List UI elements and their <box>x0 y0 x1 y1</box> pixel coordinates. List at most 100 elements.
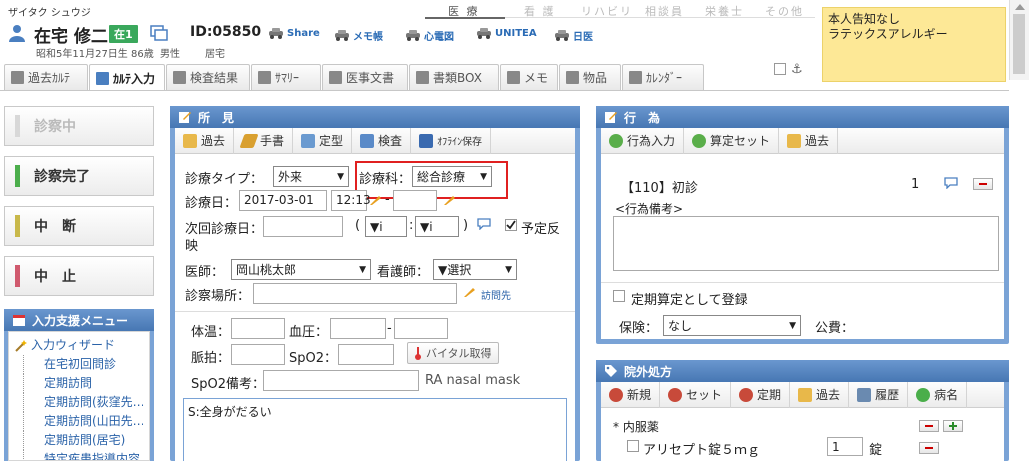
remove-action-button[interactable] <box>973 178 993 190</box>
edit-icon <box>179 112 191 123</box>
button-label: 診察中 <box>34 119 76 135</box>
periodic-prescription-button[interactable]: 定期 <box>731 381 791 408</box>
next-date-input[interactable] <box>263 216 343 237</box>
reflect-label-wrap: 映 <box>185 239 199 254</box>
menu-item[interactable]: 定期訪問(居宅) <box>23 431 143 450</box>
spo2-note-input[interactable] <box>263 370 419 391</box>
disease-name-button[interactable]: 病名 <box>908 381 968 408</box>
chart-icon <box>173 71 186 84</box>
ecg-link[interactable]: 心電図 <box>405 28 454 43</box>
remove-drug-button[interactable] <box>919 442 939 454</box>
temp-input[interactable] <box>231 318 285 339</box>
pencil-icon[interactable] <box>443 194 457 206</box>
button-label: 過去 <box>805 134 830 148</box>
pulse-input[interactable] <box>231 344 285 365</box>
offline-save-button[interactable]: ｵﾌﾗｲﾝ保存 <box>411 127 492 154</box>
menu-item[interactable]: 在宅初回問診 <box>23 355 143 374</box>
select-value: ▼i <box>370 219 383 234</box>
menu-item[interactable]: 定期訪問 <box>23 374 143 393</box>
remove-category-button[interactable] <box>919 420 939 432</box>
tab-chart-input[interactable]: ｶﾙﾃ入力 <box>89 64 165 91</box>
page-scrollbar[interactable] <box>1011 91 1029 461</box>
template-button[interactable]: 定型 <box>293 127 353 154</box>
pencil-icon[interactable] <box>369 194 383 206</box>
menu-item[interactable]: 定期訪問(荻窪先… <box>23 393 143 412</box>
time-input[interactable]: 12:13 <box>331 190 371 211</box>
time-colon: : <box>409 218 414 233</box>
actions-past-button[interactable]: 過去 <box>779 127 839 154</box>
status-bar <box>15 265 20 287</box>
reflect-checkbox[interactable] <box>505 219 517 234</box>
pencil-icon[interactable] <box>463 286 477 298</box>
drug-qty-input[interactable]: 1 <box>827 437 863 456</box>
tab-medical-docs[interactable]: 医事文書 <box>322 64 408 90</box>
end-time-input[interactable] <box>393 190 437 211</box>
calc-set-button[interactable]: 算定セット <box>684 127 780 154</box>
save-icon <box>419 133 434 148</box>
doctor-label: 医師： <box>185 265 225 280</box>
pill-icon <box>739 387 754 402</box>
wizard-item[interactable]: 入力ウィザード <box>15 336 143 355</box>
date-input[interactable]: 2017-03-01 <box>239 190 327 211</box>
memo-link[interactable]: メモ帳 <box>334 28 383 43</box>
drug-checkbox[interactable] <box>627 440 639 455</box>
interrupt-button[interactable]: 中 断 <box>4 206 154 246</box>
tab-supplies[interactable]: 物品 <box>559 64 621 90</box>
comment-icon[interactable] <box>944 177 958 189</box>
remark-textarea[interactable] <box>613 216 999 271</box>
share-link[interactable]: Share <box>268 28 320 39</box>
bp-low-input[interactable] <box>394 318 448 339</box>
divider <box>175 311 575 312</box>
set-prescription-button[interactable]: セット <box>660 381 732 408</box>
tab-test-results[interactable]: 検査結果 <box>166 64 250 90</box>
vital-fetch-button[interactable]: バイタル取得 <box>407 342 499 364</box>
select-value: ▼選択 <box>438 263 472 277</box>
history-button[interactable]: 履歴 <box>849 381 909 408</box>
nichii-link[interactable]: 日医 <box>554 28 593 43</box>
tab-past-chart[interactable]: 過去ｶﾙﾃ <box>4 64 88 90</box>
past-prescription-button[interactable]: 過去 <box>790 381 850 408</box>
tab-label: メモ <box>524 71 549 85</box>
bp-high-input[interactable] <box>330 318 386 339</box>
new-prescription-button[interactable]: 新規 <box>601 381 661 408</box>
button-label: 診察完了 <box>34 169 90 185</box>
insurance-select[interactable]: なし ▼ <box>663 315 801 336</box>
doctor-select[interactable]: 岡山桃太郎 ▼ <box>231 259 371 280</box>
cancel-button[interactable]: 中 止 <box>4 256 154 296</box>
periodic-checkbox[interactable] <box>613 290 625 305</box>
folder-icon <box>798 387 813 402</box>
menu-item[interactable]: 特定疾患指導内容 <box>23 450 143 460</box>
chevron-down-icon: ▼ <box>789 320 796 331</box>
visit-place-link[interactable]: 訪問先 <box>481 287 511 302</box>
tab-memo[interactable]: メモ <box>500 64 558 90</box>
tab-doc-box[interactable]: 書類BOX <box>409 64 499 90</box>
past-button[interactable]: 過去 <box>175 127 235 154</box>
bar-chart-icon <box>360 133 375 148</box>
soap-textarea[interactable]: S:全身がだるい <box>183 398 567 461</box>
comment-icon[interactable] <box>477 218 491 230</box>
tab-calendar[interactable]: ｶﾚﾝﾀﾞｰ <box>622 64 704 90</box>
unitea-link[interactable]: UNITEA <box>476 28 537 39</box>
consultation-done-button[interactable]: 診察完了 <box>4 156 154 196</box>
button-label: 手書 <box>260 134 285 148</box>
next-minute-select[interactable]: ▼i <box>415 216 459 237</box>
test-button[interactable]: 検査 <box>352 127 412 154</box>
cards-icon[interactable] <box>150 25 168 41</box>
tab-label: 検査結果 <box>190 71 239 85</box>
visit-type-select[interactable]: 外来 ▼ <box>273 166 349 187</box>
car-icon <box>555 30 569 41</box>
actions-body: 行為入力 算定セット 過去 【110】初診 1 <行為備考> 定期算定として登録… <box>601 127 1004 339</box>
handwrite-button[interactable]: 手書 <box>234 127 294 154</box>
actions-toolbar: 行為入力 算定セット 過去 <box>601 127 1004 154</box>
in-consultation-button[interactable]: 診察中 <box>4 106 154 146</box>
nurse-select[interactable]: ▼選択 ▼ <box>433 259 517 280</box>
place-input[interactable] <box>253 283 457 304</box>
menu-item[interactable]: 定期訪問(山田先… <box>23 412 143 431</box>
folder-icon <box>11 71 24 84</box>
next-hour-select[interactable]: ▼i <box>365 216 407 237</box>
action-input-button[interactable]: 行為入力 <box>601 127 685 154</box>
tab-summary[interactable]: ｻﾏﾘｰ <box>251 64 321 90</box>
spo2-input[interactable] <box>338 344 394 365</box>
note-scrollbar[interactable] <box>1009 0 1029 80</box>
add-category-button[interactable] <box>943 420 963 432</box>
